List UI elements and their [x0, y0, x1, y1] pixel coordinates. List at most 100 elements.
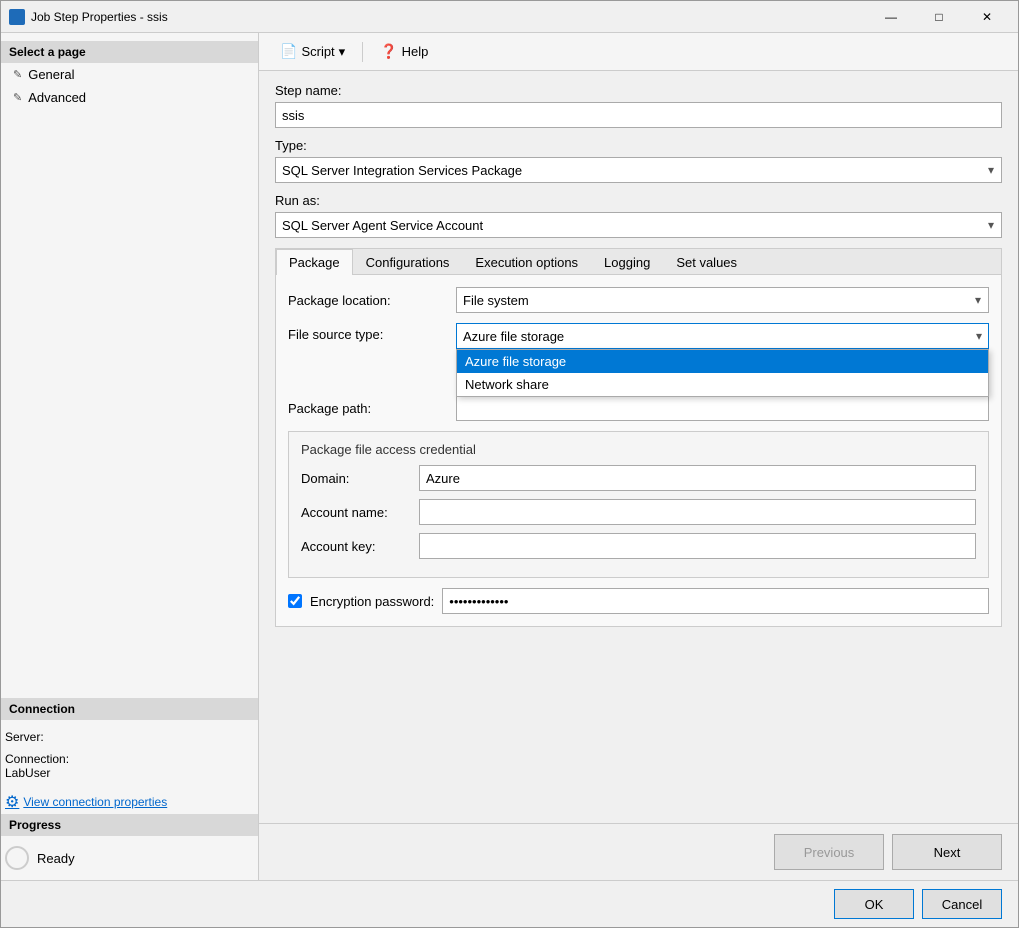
- file-source-type-dropdown-wrapper: Azure file storage ▾ Azure file storage …: [456, 323, 989, 349]
- domain-input[interactable]: [419, 465, 976, 491]
- tab-logging[interactable]: Logging: [591, 249, 663, 275]
- connection-info: Connection: LabUser: [1, 750, 258, 782]
- toolbar-separator: [362, 42, 363, 62]
- tab-package[interactable]: Package: [276, 249, 353, 275]
- main-window: Job Step Properties - ssis — □ ✕ Select …: [0, 0, 1019, 928]
- view-link-text: View connection properties: [23, 795, 167, 809]
- maximize-button[interactable]: □: [916, 2, 962, 32]
- tab-execution-options[interactable]: Execution options: [462, 249, 591, 275]
- tabs-header: Package Configurations Execution options…: [276, 249, 1001, 275]
- server-info: Server:: [1, 728, 258, 746]
- account-name-row: Account name:: [301, 499, 976, 525]
- form-area: Step name: Type: SQL Server Integration …: [259, 71, 1018, 823]
- account-key-label: Account key:: [301, 539, 411, 554]
- encryption-label: Encryption password:: [310, 594, 434, 609]
- sidebar-item-advanced[interactable]: ✎ Advanced: [1, 86, 258, 109]
- connection-section: Connection Server: Connection: LabUser ⚙…: [1, 698, 258, 814]
- run-as-row: Run as: SQL Server Agent Service Account: [275, 193, 1002, 238]
- script-icon: 📄: [280, 43, 297, 60]
- select-page-label: Select a page: [1, 41, 258, 63]
- connection-value: LabUser: [5, 766, 50, 780]
- file-source-type-label: File source type:: [288, 323, 448, 342]
- account-key-input[interactable]: [419, 533, 976, 559]
- toolbar: 📄 Script ▾ ❓ Help: [259, 33, 1018, 71]
- previous-button[interactable]: Previous: [774, 834, 884, 870]
- script-arrow: ▾: [339, 44, 346, 60]
- account-name-input[interactable]: [419, 499, 976, 525]
- run-as-select[interactable]: SQL Server Agent Service Account: [275, 212, 1002, 238]
- domain-row: Domain:: [301, 465, 976, 491]
- encryption-checkbox-wrapper: [288, 594, 302, 608]
- encryption-input[interactable]: [442, 588, 989, 614]
- package-location-row: Package location: File system SSIS Packa…: [288, 287, 989, 313]
- connection-title: Connection: [1, 698, 258, 720]
- account-key-row: Account key:: [301, 533, 976, 559]
- type-label: Type:: [275, 138, 1002, 153]
- sidebar: Select a page ✎ General ✎ Advanced Conne…: [1, 33, 259, 880]
- file-source-type-arrow: ▾: [976, 329, 982, 343]
- run-as-select-wrapper: SQL Server Agent Service Account: [275, 212, 1002, 238]
- package-path-label: Package path:: [288, 401, 448, 416]
- help-button[interactable]: ❓ Help: [371, 39, 437, 64]
- progress-spinner: [5, 846, 29, 870]
- encryption-row: Encryption password:: [288, 588, 989, 614]
- package-location-select[interactable]: File system SSIS Package Store Microsoft…: [456, 287, 989, 313]
- title-bar: Job Step Properties - ssis — □ ✕: [1, 1, 1018, 33]
- cancel-button[interactable]: Cancel: [922, 889, 1002, 919]
- step-name-row: Step name:: [275, 83, 1002, 128]
- package-location-label: Package location:: [288, 293, 448, 308]
- right-panel: 📄 Script ▾ ❓ Help Step name:: [259, 33, 1018, 880]
- progress-status: Ready: [37, 851, 75, 866]
- tabs-container: Package Configurations Execution options…: [275, 248, 1002, 627]
- window-icon: [9, 9, 25, 25]
- window-title: Job Step Properties - ssis: [31, 10, 868, 24]
- server-label: Server:: [5, 730, 44, 744]
- type-select[interactable]: SQL Server Integration Services Package: [275, 157, 1002, 183]
- package-location-select-wrapper: File system SSIS Package Store Microsoft…: [456, 287, 989, 313]
- title-bar-controls: — □ ✕: [868, 2, 1010, 32]
- type-select-wrapper: SQL Server Integration Services Package: [275, 157, 1002, 183]
- credential-title: Package file access credential: [301, 442, 976, 457]
- dropdown-item-network-share[interactable]: Network share: [457, 373, 988, 396]
- help-label: Help: [402, 44, 429, 59]
- credential-box: Package file access credential Domain: A…: [288, 431, 989, 578]
- script-button[interactable]: 📄 Script ▾: [271, 39, 354, 64]
- tab-content-package: Package location: File system SSIS Packa…: [276, 275, 1001, 626]
- type-row: Type: SQL Server Integration Services Pa…: [275, 138, 1002, 183]
- progress-title: Progress: [1, 814, 258, 836]
- main-content: Select a page ✎ General ✎ Advanced Conne…: [1, 33, 1018, 880]
- file-source-type-trigger[interactable]: Azure file storage ▾: [456, 323, 989, 349]
- progress-content: Ready: [1, 844, 258, 872]
- step-name-label: Step name:: [275, 83, 1002, 98]
- script-label: Script: [301, 44, 334, 59]
- file-source-type-value: Azure file storage: [463, 329, 564, 344]
- general-icon: ✎: [13, 68, 22, 81]
- tab-configurations[interactable]: Configurations: [353, 249, 463, 275]
- package-path-row: Package path:: [288, 395, 989, 421]
- package-path-input[interactable]: [456, 395, 989, 421]
- link-icon: ⚙: [5, 792, 19, 812]
- file-source-type-dropdown-list: Azure file storage Network share: [456, 349, 989, 397]
- advanced-icon: ✎: [13, 91, 22, 104]
- minimize-button[interactable]: —: [868, 2, 914, 32]
- domain-label: Domain:: [301, 471, 411, 486]
- connection-label: Connection:: [5, 752, 69, 766]
- account-name-label: Account name:: [301, 505, 411, 520]
- run-as-label: Run as:: [275, 193, 1002, 208]
- navigation-bar: Previous Next: [259, 823, 1018, 880]
- footer-bar: OK Cancel: [1, 880, 1018, 927]
- encryption-checkbox[interactable]: [288, 594, 302, 608]
- progress-section: Progress Ready: [1, 814, 258, 880]
- next-button[interactable]: Next: [892, 834, 1002, 870]
- file-source-type-row: File source type: Azure file storage ▾ A…: [288, 323, 989, 349]
- help-icon: ❓: [380, 43, 397, 60]
- ok-button[interactable]: OK: [834, 889, 914, 919]
- tab-set-values[interactable]: Set values: [663, 249, 750, 275]
- sidebar-pages-section: Select a page ✎ General ✎ Advanced: [1, 33, 258, 117]
- sidebar-item-general-label: General: [28, 67, 74, 82]
- dropdown-item-azure[interactable]: Azure file storage: [457, 350, 988, 373]
- step-name-input[interactable]: [275, 102, 1002, 128]
- sidebar-item-general[interactable]: ✎ General: [1, 63, 258, 86]
- view-connection-properties-link[interactable]: ⚙ View connection properties: [1, 790, 258, 814]
- close-button[interactable]: ✕: [964, 2, 1010, 32]
